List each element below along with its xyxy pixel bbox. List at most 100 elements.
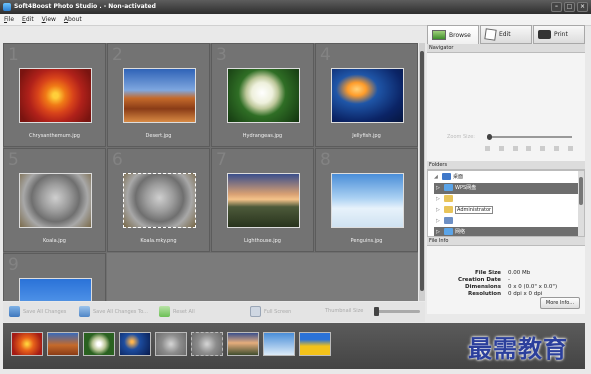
photo-thumbnail[interactable] [19, 173, 92, 228]
zoom-size-slider[interactable] [487, 134, 572, 140]
tab-browse[interactable]: Browse [427, 25, 479, 44]
folder-item[interactable]: ▷ [434, 216, 580, 227]
folder-item-desktop[interactable]: ◢ 桌面 [432, 172, 578, 183]
cell-number: 4 [320, 45, 331, 65]
photo-thumbnail[interactable] [227, 68, 300, 123]
cell-number: 6 [112, 150, 123, 170]
photo-cell[interactable]: 2 Desert.jpg [107, 43, 210, 147]
photo-browser: 1 Chrysanthemum.jpg 2 Desert.jpg 3 Hydra… [3, 43, 418, 301]
info-row-creation-date: Creation Date - [427, 277, 585, 284]
expand-arrow-icon: ▷ [436, 229, 440, 235]
save-all-label: Save All Changes [23, 308, 67, 315]
folder-item[interactable]: ▷ [434, 194, 580, 205]
photo-filename: Lighthouse.jpg [244, 238, 281, 244]
reset-arrow-icon [159, 306, 170, 317]
photo-filename: Hydrangeas.jpg [242, 133, 283, 139]
fit-icon[interactable] [485, 146, 490, 151]
slider-knob[interactable] [374, 307, 379, 316]
photo-cell[interactable]: 3 Hydrangeas.jpg [211, 43, 314, 147]
photo-filename: Desert.jpg [145, 133, 172, 139]
expand-arrow-icon: ▷ [436, 218, 440, 224]
folders-scrollbar[interactable] [578, 171, 584, 236]
thumbnail-size-slider[interactable] [374, 307, 420, 316]
folder-label: Administrator [455, 206, 494, 214]
slider-knob[interactable] [487, 134, 492, 140]
menu-about[interactable]: About [64, 14, 82, 25]
expand-arrow-icon: ▷ [436, 207, 440, 213]
cell-number: 8 [320, 150, 331, 170]
cell-number: 2 [112, 45, 123, 65]
photo-filename: Chrysanthemum.jpg [29, 133, 80, 139]
photo-thumbnail[interactable] [331, 173, 404, 228]
thumbnail-size-label: Thumbnail Size [325, 308, 364, 314]
photo-filename: Jellyfish.jpg [352, 133, 381, 139]
filmstrip-thumb[interactable] [11, 332, 43, 356]
watermark-logo: 最需教育 [468, 334, 568, 363]
more-info-button[interactable]: More Info... [540, 297, 580, 309]
photo-cell[interactable]: 5 Koala.jpg [3, 148, 106, 252]
flip-icon[interactable] [540, 146, 546, 151]
info-value: - [508, 277, 510, 283]
title-bar: Soft4Boost Photo Studio . - Non-activate… [0, 0, 591, 14]
photo-cell[interactable]: 8 Penguins.jpg [315, 148, 418, 252]
zoom-size-label: Zoom Size: [447, 134, 475, 140]
save-all-button[interactable]: Save All Changes [9, 306, 66, 317]
reset-all-button[interactable]: Reset All [159, 306, 195, 317]
redo-icon[interactable] [567, 146, 573, 151]
actual-size-icon[interactable] [498, 146, 504, 151]
filmstrip-thumb[interactable] [83, 332, 115, 356]
photo-filename: Penguins.jpg [350, 238, 383, 244]
cloud-folder-icon [444, 184, 453, 191]
tab-print[interactable]: Print [533, 25, 585, 44]
photo-thumbnail[interactable] [19, 68, 92, 123]
rotate-left-icon[interactable] [512, 146, 518, 151]
minimize-button[interactable]: – [551, 2, 562, 12]
filmstrip-thumb[interactable] [191, 332, 223, 356]
filmstrip-thumb[interactable] [119, 332, 151, 356]
photo-thumbnail[interactable] [331, 68, 404, 123]
menu-edit[interactable]: Edit [22, 14, 34, 25]
folder-label: 桌面 [453, 174, 464, 180]
photo-thumbnail[interactable] [123, 68, 196, 123]
menu-view[interactable]: View [42, 14, 56, 25]
file-info-header: File Info [427, 237, 585, 246]
browser-scrollbar[interactable] [419, 43, 425, 301]
cell-number: 9 [8, 255, 19, 275]
tab-edit[interactable]: Edit [480, 25, 532, 44]
maximize-button[interactable]: □ [564, 2, 575, 12]
photo-cell-selected[interactable]: 6 Koala.mky.png [107, 148, 210, 252]
save-all-to-button[interactable]: Save All Changes To... [79, 306, 148, 317]
filmstrip-thumb[interactable] [299, 332, 331, 356]
full-screen-button[interactable]: Full Screen [250, 306, 291, 317]
filmstrip-thumb[interactable] [263, 332, 295, 356]
folder-label: 网络 [455, 229, 466, 235]
full-screen-label: Full Screen [264, 308, 292, 315]
photo-cell[interactable]: 1 Chrysanthemum.jpg [3, 43, 106, 147]
photo-thumbnail[interactable] [19, 278, 92, 301]
scrollbar-thumb[interactable] [579, 177, 583, 205]
rotate-right-icon[interactable] [526, 146, 532, 151]
menu-file[interactable]: File [4, 14, 14, 25]
app-window: Soft4Boost Photo Studio . - Non-activate… [0, 0, 591, 374]
photo-thumbnail[interactable] [227, 173, 300, 228]
info-key: Resolution [467, 291, 501, 297]
folders-panel: ◢ 桌面 ▷ WPS网盘 ▷ ▷ Administrator ▷ ▷ 网络 [427, 170, 585, 237]
photo-cell[interactable]: 4 Jellyfish.jpg [315, 43, 418, 147]
info-row-file-size: File Size 0.00 Mb [427, 270, 585, 277]
edit-icon [484, 28, 497, 41]
scrollbar-thumb[interactable] [420, 51, 424, 291]
undo-icon[interactable] [554, 146, 560, 151]
photo-cell[interactable]: 9 [3, 253, 106, 301]
folder-item-network[interactable]: ▷ 网络 [434, 227, 580, 236]
close-button[interactable]: × [577, 2, 588, 12]
folder-item-wps[interactable]: ▷ WPS网盘 [434, 183, 580, 194]
photo-thumbnail[interactable] [123, 173, 196, 228]
filmstrip-thumb[interactable] [227, 332, 259, 356]
folders-header: Folders [427, 161, 585, 170]
browse-icon [432, 30, 446, 40]
filmstrip-thumb[interactable] [155, 332, 187, 356]
photo-cell[interactable]: 7 Lighthouse.jpg [211, 148, 314, 252]
save-all-to-label: Save All Changes To... [93, 308, 148, 315]
folder-item-administrator[interactable]: ▷ Administrator [434, 205, 580, 216]
filmstrip-thumb[interactable] [47, 332, 79, 356]
